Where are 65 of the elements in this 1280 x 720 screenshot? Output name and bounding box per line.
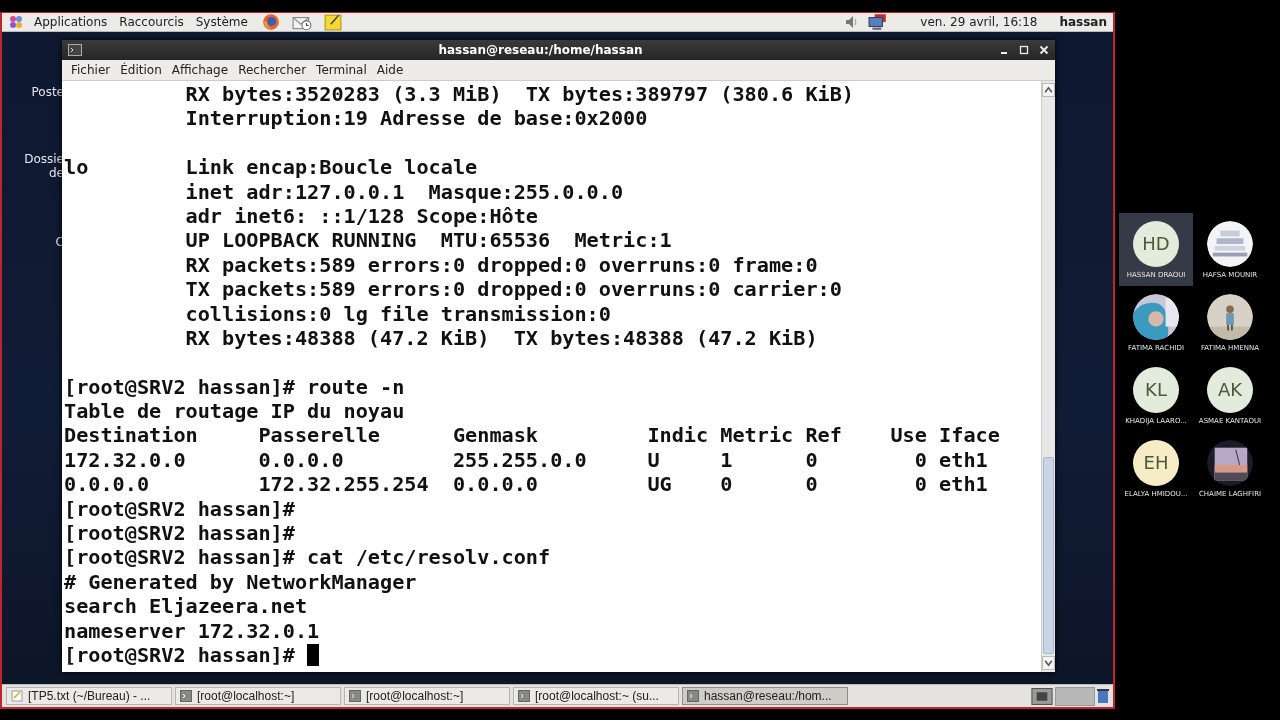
scrollbar[interactable] [1041,81,1055,672]
user-name[interactable]: hassan [1059,15,1107,29]
terminal-line: TX packets:589 errors:0 dropped:0 overruns:0 carrier:0 [184,277,842,302]
taskbar-button[interactable]: [root@localhost:~] [175,687,341,705]
terminal-line: UP LOOPBACK RUNNING MTU:65536 Metric:1 [184,228,672,253]
terminal-line: [root@SRV2 hassan]# [64,643,296,668]
note-icon[interactable] [323,13,342,31]
terminal-line: # Generated by NetworkManager [64,569,417,595]
terminal-line: inet adr:127.0.0.1 Masque:255.0.0.0 [184,179,624,204]
apps-menu-icon[interactable] [8,14,24,30]
menu-item[interactable]: Affichage [166,63,234,77]
menu-item[interactable]: Édition [115,63,167,77]
terminal-line: Destination Passerelle Genmask Indic Metric Ref Use Iface [64,423,1000,448]
terminal-line: RX bytes:48388 (47.2 KiB) TX bytes:48388 (47.2 KiB) [184,325,818,351]
close-icon[interactable] [1039,45,1049,55]
menu-item[interactable]: Rechercher [233,63,312,77]
taskbar-button[interactable]: [root@localhost:~ (su... [513,687,679,705]
desktop-icon-label[interactable]: Poste [31,85,64,99]
avatar: EH [1133,439,1179,486]
terminal-line: nameserver 172.32.0.1 [64,618,320,643]
panel-menu[interactable]: Applications [32,15,110,29]
terminal-line: search Eljazeera.net [64,594,308,619]
terminal-line: [root@SRV2 hassan]# [64,521,295,546]
window-title: hassan@reseau:/home/hassan [437,43,644,57]
network-icon[interactable] [868,13,889,31]
scrollbar-thumb[interactable] [1043,457,1054,654]
terminal-line: [root@SRV2 hassan]# [64,496,295,522]
scroll-down-icon[interactable] [1042,656,1055,670]
terminal-icon [180,690,192,702]
taskbar-button[interactable]: [root@localhost:~] [344,687,510,705]
terminal-line: [root@SRV2 hassan]# cat /etc/resolv.conf [64,545,551,570]
workspace-icon[interactable] [1031,687,1053,705]
terminal-icon [518,690,530,702]
panel-menu[interactable]: Système [193,15,250,29]
desktop-icon-label[interactable]: C [55,235,64,249]
terminal-line: Interruption:19 Adresse de base:0x2000 [184,106,648,131]
terminal-line: collisions:0 lg file transmission:0 [184,301,611,326]
terminal-line: RX packets:589 errors:0 dropped:0 overruns:0 frame:0 [184,252,818,278]
menu-item[interactable]: Aide [371,63,409,77]
avatar: AK [1207,366,1253,413]
clock[interactable]: ven. 29 avril, 16:18 [920,15,1038,29]
scroll-up-icon[interactable] [1042,83,1055,97]
workspace-switcher[interactable] [1055,686,1095,706]
terminal-line: [root@SRV2 hassan]# route -n [64,374,405,400]
menu-item[interactable]: Fichier [66,63,116,77]
menu-item[interactable]: Terminal [311,63,372,77]
terminal-icon [687,690,699,702]
terminal-line: 172.32.0.0 0.0.0.0 255.255.0.0 U 1 0 0 eth1 [64,447,988,473]
trash-icon[interactable] [1097,688,1109,704]
terminal-line: lo Link encap:Boucle locale [64,155,478,180]
taskbar-button[interactable]: hassan@reseau:/hom... [682,687,848,705]
browser-icon[interactable] [261,13,280,31]
terminal-line: adr inet6: ::1/128 Scope:Hôte [184,203,538,229]
document-icon [11,690,23,702]
terminal-icon [68,44,82,56]
desktop-icon-label[interactable]: Dossie [24,152,64,166]
taskbar-button[interactable]: [TP5.txt (~/Bureau) - ... [6,687,172,705]
terminal-line: 0.0.0.0 172.32.255.254 0.0.0.0 UG 0 0 0 eth1 [64,472,988,497]
avatar: KL [1133,366,1179,413]
maximize-icon[interactable] [1019,45,1029,55]
panel-menu[interactable]: Raccourcis [117,15,186,29]
terminal-icon [349,690,361,702]
terminal-line: Table de routage IP du noyau [64,399,405,424]
terminal-line: RX bytes:3520283 (3.3 MiB) TX bytes:389797 (380.6 KiB) [184,82,854,107]
avatar: HD [1133,220,1179,267]
